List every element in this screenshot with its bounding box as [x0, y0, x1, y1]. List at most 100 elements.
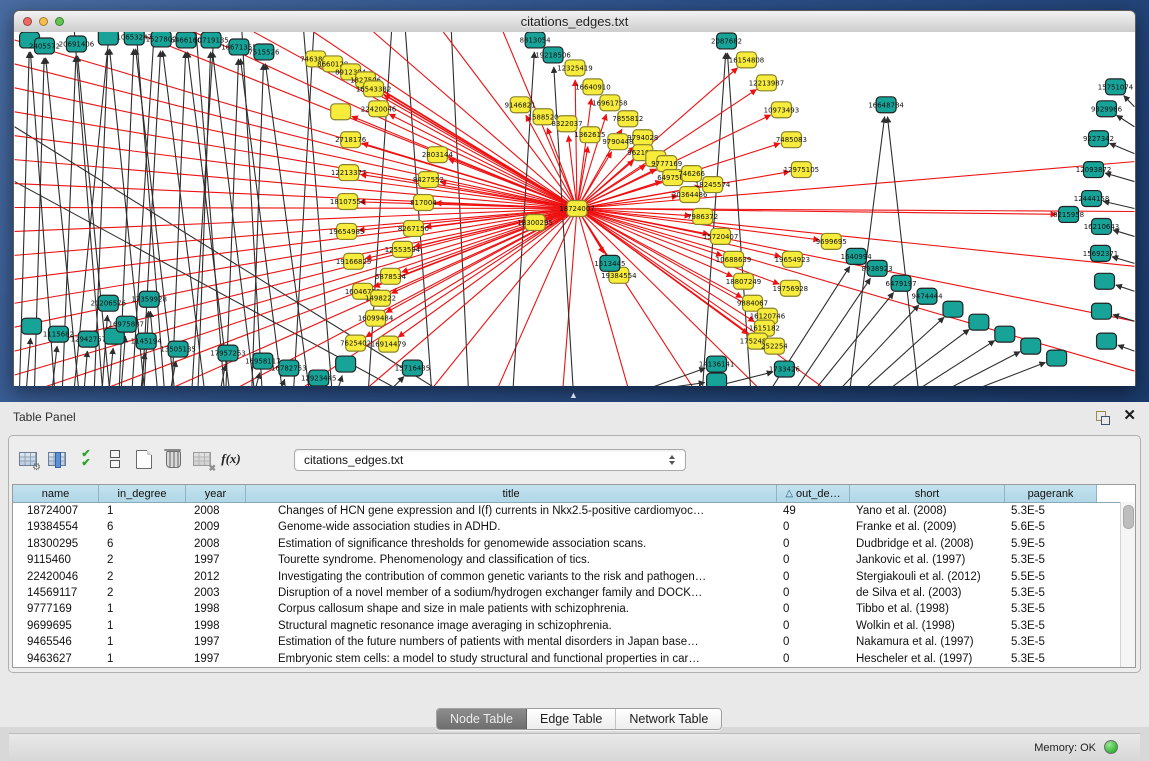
table-cell[interactable]: Wolkin et al. (1998) — [850, 618, 1005, 634]
graph-node[interactable]: 19166825 — [336, 253, 371, 269]
table-row[interactable]: 911546021997Tourette syndrome. Phenomeno… — [13, 552, 1135, 568]
table-cell[interactable]: Franke et al. (2009) — [850, 519, 1005, 535]
function-builder-icon[interactable]: f(x) — [218, 446, 244, 472]
table-cell[interactable]: 1 — [99, 503, 186, 519]
memory-status-icon[interactable] — [1104, 740, 1118, 754]
graph-node[interactable]: 12942757 — [71, 331, 106, 347]
graph-node[interactable] — [1092, 303, 1112, 319]
graph-node[interactable] — [331, 104, 351, 120]
table-row[interactable]: 977716911998Corpus callosum shape and si… — [13, 601, 1135, 617]
graph-node[interactable]: 20691406 — [59, 36, 94, 52]
table-cell[interactable]: Yano et al. (2008) — [850, 503, 1005, 519]
table-cell[interactable]: Structural magnetic resonance image aver… — [246, 618, 777, 634]
row-options-icon[interactable] — [102, 446, 128, 472]
table-cell[interactable]: 5.9E-5 — [1005, 536, 1097, 552]
table-cell[interactable]: 1 — [99, 618, 186, 634]
table-cell[interactable]: 19384554 — [13, 519, 99, 535]
column-header-short[interactable]: short — [850, 485, 1005, 502]
graph-node[interactable] — [1021, 338, 1041, 354]
column-header-name[interactable]: name — [13, 485, 99, 502]
graph-node[interactable]: 13505135 — [160, 341, 195, 357]
tab-node-table[interactable]: Node Table — [437, 709, 527, 729]
table-cell[interactable]: 9777169 — [13, 601, 99, 617]
float-panel-icon[interactable] — [1095, 410, 1109, 424]
table-selector-dropdown[interactable]: citations_edges.txt — [294, 449, 686, 471]
table-mode-icon[interactable]: ⚙ — [15, 446, 41, 472]
graph-node[interactable] — [969, 314, 989, 330]
network-canvas[interactable]: 1872400774638228660128891239418275061654… — [14, 32, 1135, 386]
column-header-in_degree[interactable]: in_degree — [99, 485, 186, 502]
graph-node[interactable]: 9474444 — [911, 288, 943, 304]
graph-node[interactable]: 12553594 — [385, 241, 421, 257]
table-cell[interactable]: Tibbo et al. (1998) — [850, 601, 1005, 617]
table-cell[interactable]: Genome-wide association studies in ADHD. — [246, 519, 777, 535]
table-cell[interactable]: Disruption of a novel member of a sodium… — [246, 585, 777, 601]
graph-node[interactable] — [1097, 333, 1117, 349]
graph-node[interactable] — [1047, 350, 1067, 366]
graph-node[interactable]: 22420046 — [361, 101, 396, 117]
graph-node[interactable]: 1362615 — [574, 127, 605, 143]
table-cell[interactable]: 18724007 — [13, 503, 99, 519]
table-cell[interactable]: 5.3E-5 — [1005, 618, 1097, 634]
select-columns-icon[interactable]: ✔✔ — [73, 446, 99, 472]
table-cell[interactable]: Hescheler et al. (1997) — [850, 651, 1005, 667]
column-header-title[interactable]: title — [246, 485, 777, 502]
table-row[interactable]: 1456911722003Disruption of a novel membe… — [13, 585, 1135, 601]
graph-node[interactable] — [943, 301, 963, 317]
column-header-year[interactable]: year — [186, 485, 246, 502]
minimize-window-icon[interactable] — [39, 17, 48, 26]
table-cell[interactable]: Investigating the contribution of common… — [246, 569, 777, 585]
graph-node[interactable]: 18107554 — [330, 194, 366, 210]
table-cell[interactable]: 2009 — [186, 519, 246, 535]
delete-column-icon[interactable] — [160, 446, 186, 472]
graph-node[interactable]: 19654985 — [329, 223, 364, 239]
graph-node[interactable]: 19218506 — [535, 47, 570, 63]
delete-table-icon[interactable]: ✖ — [189, 446, 215, 472]
graph-node[interactable] — [707, 373, 727, 386]
graph-node[interactable]: 1115682 — [43, 326, 74, 342]
table-cell[interactable]: 1 — [99, 601, 186, 617]
graph-node[interactable]: 19756928 — [773, 280, 808, 296]
table-cell[interactable]: 2012 — [186, 569, 246, 585]
graph-node[interactable]: 16914479 — [371, 336, 406, 352]
table-row[interactable]: 946554611997Estimation of the future num… — [13, 634, 1135, 650]
zoom-window-icon[interactable] — [55, 17, 64, 26]
graph-node[interactable]: 5878534 — [375, 268, 407, 284]
close-panel-icon[interactable]: ✕ — [1123, 407, 1136, 425]
table-cell[interactable]: Estimation of the future numbers of pati… — [246, 634, 777, 650]
table-cell[interactable]: 22420046 — [13, 569, 99, 585]
table-cell[interactable]: 5.3E-5 — [1005, 651, 1097, 667]
table-cell[interactable]: Nakamura et al. (1997) — [850, 634, 1005, 650]
graph-node[interactable]: 9227342 — [1083, 131, 1114, 147]
table-cell[interactable]: 0 — [777, 552, 850, 568]
table-cell[interactable]: 1997 — [186, 634, 246, 650]
graph-node[interactable]: 15751074 — [1098, 79, 1134, 95]
table-cell[interactable]: 0 — [777, 601, 850, 617]
graph-node[interactable]: 15692371 — [1083, 245, 1118, 261]
table-row[interactable]: 2242004622012Investigating the contribut… — [13, 569, 1135, 585]
graph-node[interactable]: 16961758 — [592, 95, 627, 111]
graph-node[interactable] — [22, 318, 42, 334]
table-cell[interactable]: 0 — [777, 634, 850, 650]
table-cell[interactable]: Changes of HCN gene expression and I(f) … — [246, 503, 777, 519]
table-cell[interactable]: 9465546 — [13, 634, 99, 650]
graph-node[interactable]: 252254 — [761, 338, 788, 354]
table-cell[interactable]: 5.5E-5 — [1005, 569, 1097, 585]
graph-node[interactable]: 15720407 — [703, 228, 738, 244]
table-cell[interactable]: 6 — [99, 536, 186, 552]
column-header-out_de[interactable]: △out_de… — [777, 485, 850, 502]
table-cell[interactable]: 0 — [777, 618, 850, 634]
graph-node[interactable]: 19654923 — [775, 251, 810, 267]
table-cell[interactable]: 14569117 — [13, 585, 99, 601]
table-cell[interactable]: Dudbridge et al. (2008) — [850, 536, 1005, 552]
table-row[interactable]: 1938455462009Genome-wide association stu… — [13, 519, 1135, 535]
window-titlebar[interactable]: citations_edges.txt — [14, 11, 1135, 33]
graph-node[interactable] — [336, 356, 356, 372]
show-column-icon[interactable] — [44, 446, 70, 472]
table-cell[interactable]: Embryonic stem cells: a model to study s… — [246, 651, 777, 667]
table-cell[interactable]: 1 — [99, 634, 186, 650]
graph-node[interactable]: 12325419 — [557, 60, 592, 76]
graph-node[interactable]: 17957253 — [210, 345, 245, 361]
table-cell[interactable]: 0 — [777, 519, 850, 535]
tab-network-table[interactable]: Network Table — [616, 709, 721, 729]
